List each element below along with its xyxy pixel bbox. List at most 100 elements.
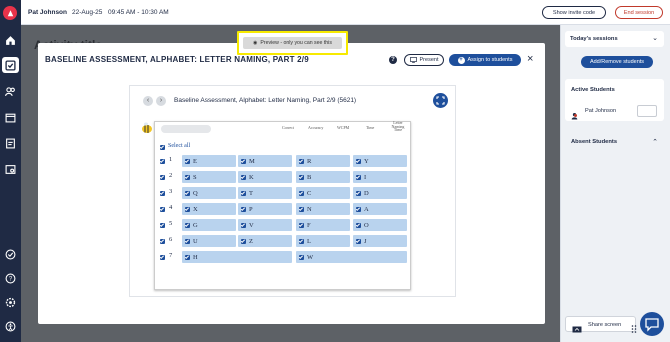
letter-checkbox[interactable]: [299, 158, 304, 164]
add-remove-students-button[interactable]: Add/Remove students: [581, 56, 653, 68]
letter-checkbox[interactable]: [356, 158, 361, 164]
previous-arrow-icon[interactable]: ‹: [143, 96, 153, 106]
letter-cell[interactable]: K: [238, 171, 292, 183]
chevron-down-icon[interactable]: ⌄: [652, 34, 658, 42]
letter-checkbox[interactable]: [241, 158, 246, 164]
absent-students-card[interactable]: Absent Students ⌃: [565, 134, 664, 150]
reports-icon[interactable]: [4, 137, 17, 150]
row-checkbox[interactable]: [160, 223, 165, 228]
share-screen-button[interactable]: Share screen: [565, 316, 636, 333]
letter-checkbox[interactable]: [299, 238, 304, 244]
column-header: Time: [366, 125, 375, 130]
chat-button[interactable]: [640, 312, 664, 336]
letter-label: M: [249, 157, 255, 165]
letter-checkbox[interactable]: [185, 174, 190, 180]
check-circle-icon[interactable]: [4, 248, 17, 261]
letter-cell[interactable]: N: [296, 203, 350, 215]
activity-sheet: Correct Accuracy WCPM Time Letter Naming…: [142, 121, 411, 290]
letter-cell[interactable]: Z: [238, 235, 292, 247]
letter-cell[interactable]: L: [296, 235, 350, 247]
accessibility-icon[interactable]: [4, 320, 17, 333]
letter-checkbox[interactable]: [185, 238, 190, 244]
close-icon[interactable]: ×: [527, 54, 533, 65]
activities-icon[interactable]: [4, 59, 17, 72]
todays-sessions-card[interactable]: Today's sessions ⌄: [565, 31, 664, 47]
fullscreen-icon[interactable]: [433, 93, 448, 108]
plus-icon: +: [457, 56, 465, 64]
letter-checkbox[interactable]: [299, 222, 304, 228]
row-checkbox[interactable]: [160, 191, 165, 196]
letter-checkbox[interactable]: [241, 206, 246, 212]
home-icon[interactable]: [4, 34, 17, 47]
chevron-up-icon[interactable]: ⌃: [652, 138, 658, 146]
drag-grip-icon[interactable]: [631, 320, 637, 333]
show-invite-code-button[interactable]: Show invite code: [542, 6, 606, 19]
letter-checkbox[interactable]: [185, 254, 190, 260]
letter-checkbox[interactable]: [299, 190, 304, 196]
letter-cell[interactable]: O: [353, 219, 407, 231]
letter-checkbox[interactable]: [185, 222, 190, 228]
help-icon[interactable]: ?: [389, 56, 397, 64]
help-icon[interactable]: ?: [4, 272, 17, 285]
letter-cell[interactable]: R: [296, 155, 350, 167]
letter-checkbox[interactable]: [241, 174, 246, 180]
letter-cell[interactable]: A: [353, 203, 407, 215]
letter-cell[interactable]: S: [182, 171, 236, 183]
student-status-box[interactable]: [637, 105, 657, 117]
row-checkbox[interactable]: [160, 175, 165, 180]
todays-sessions-title: Today's sessions: [570, 36, 618, 42]
row-checkbox[interactable]: [160, 159, 165, 164]
calendar-icon[interactable]: [4, 111, 17, 124]
letter-checkbox[interactable]: [241, 238, 246, 244]
letter-checkbox[interactable]: [356, 190, 361, 196]
letter-cell[interactable]: C: [296, 187, 350, 199]
letter-checkbox[interactable]: [185, 190, 190, 196]
students-icon[interactable]: [4, 85, 17, 98]
letter-cell[interactable]: J: [353, 235, 407, 247]
letter-cell[interactable]: M: [238, 155, 292, 167]
letter-checkbox[interactable]: [185, 158, 190, 164]
letter-checkbox[interactable]: [356, 174, 361, 180]
select-all-checkbox[interactable]: [160, 145, 165, 150]
library-icon[interactable]: [4, 163, 17, 176]
letter-checkbox[interactable]: [356, 206, 361, 212]
present-label: Present: [419, 57, 439, 63]
letter-checkbox[interactable]: [356, 238, 361, 244]
next-arrow-icon[interactable]: ›: [156, 96, 166, 106]
letter-checkbox[interactable]: [299, 206, 304, 212]
letter-cell[interactable]: E: [182, 155, 236, 167]
letter-checkbox[interactable]: [299, 174, 304, 180]
letter-cell[interactable]: T: [238, 187, 292, 199]
letter-cell[interactable]: Y: [353, 155, 407, 167]
letter-cell[interactable]: U: [182, 235, 236, 247]
letter-cell[interactable]: F: [296, 219, 350, 231]
letter-checkbox[interactable]: [241, 190, 246, 196]
present-button[interactable]: Present: [404, 54, 444, 66]
letter-checkbox[interactable]: [299, 254, 304, 260]
letter-checkbox[interactable]: [185, 206, 190, 212]
row-checkbox[interactable]: [160, 255, 165, 260]
letter-cell[interactable]: G: [182, 219, 236, 231]
assign-to-students-button[interactable]: + Assign to students: [449, 54, 521, 66]
letter-cell[interactable]: H: [182, 251, 292, 263]
letter-cell[interactable]: Q: [182, 187, 236, 199]
session-time: 09:45 AM - 10:30 AM: [108, 9, 169, 16]
letter-cell[interactable]: P: [238, 203, 292, 215]
row-checkbox[interactable]: [160, 207, 165, 212]
letter-cell[interactable]: D: [353, 187, 407, 199]
settings-icon[interactable]: [4, 296, 17, 309]
letter-cell[interactable]: X: [182, 203, 236, 215]
letter-cell[interactable]: I: [353, 171, 407, 183]
letter-label: K: [249, 173, 254, 181]
letter-checkbox[interactable]: [356, 222, 361, 228]
letter-checkbox[interactable]: [241, 222, 246, 228]
row-checkbox[interactable]: [160, 239, 165, 244]
end-session-button[interactable]: End session: [615, 6, 663, 19]
letter-cell[interactable]: W: [296, 251, 407, 263]
bee-mascot-icon: [140, 121, 154, 135]
letter-label: P: [249, 205, 253, 213]
letter-cell[interactable]: V: [238, 219, 292, 231]
absent-students-title: Absent Students: [571, 139, 618, 145]
letter-cell[interactable]: B: [296, 171, 350, 183]
letter-label: B: [307, 173, 312, 181]
